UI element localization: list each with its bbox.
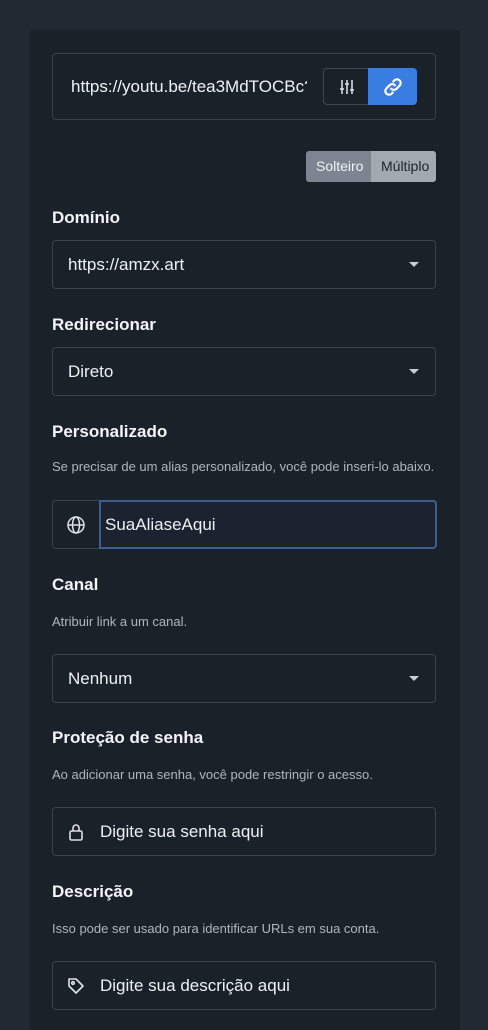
settings-button[interactable]	[323, 68, 369, 105]
password-field[interactable]: Digite sua senha aqui	[52, 807, 436, 856]
chevron-down-icon	[409, 369, 419, 374]
url-input-box: https://youtu.be/tea3MdTOCBc?si=	[52, 53, 436, 120]
globe-icon-addon	[53, 501, 99, 548]
password-help: Ao adicionar uma senha, você pode restri…	[52, 767, 373, 782]
form-panel: https://youtu.be/tea3MdTOCBc?si= Solteir…	[30, 30, 460, 1030]
chevron-down-icon	[409, 676, 419, 681]
chevron-down-icon	[409, 262, 419, 267]
domain-label: Domínio	[52, 208, 120, 227]
shorten-link-button[interactable]	[368, 68, 417, 105]
sliders-icon	[339, 79, 354, 94]
tag-icon-addon	[53, 962, 99, 1009]
channel-value: Nenhum	[68, 669, 133, 688]
domain-value: https://amzx.art	[68, 255, 185, 274]
description-field[interactable]: Digite sua descrição aqui	[52, 961, 436, 1010]
channel-select[interactable]: Nenhum	[52, 654, 436, 703]
description-help: Isso pode ser usado para identificar URL…	[52, 921, 380, 936]
description-label: Descrição	[52, 882, 134, 901]
password-label: Proteção de senha	[52, 728, 204, 747]
description-placeholder: Digite sua descrição aqui	[100, 976, 290, 995]
link-icon	[383, 77, 402, 96]
redirect-select[interactable]: Direto	[52, 347, 436, 396]
custom-alias-field: SuaAliaseAqui	[52, 500, 437, 549]
lock-icon	[69, 823, 83, 841]
custom-help: Se precisar de um alias personalizado, v…	[52, 459, 435, 474]
custom-alias-input[interactable]: SuaAliaseAqui	[99, 500, 437, 549]
url-input[interactable]: https://youtu.be/tea3MdTOCBc?si=	[71, 76, 307, 98]
multiple-mode-button[interactable]: Múltiplo	[371, 151, 436, 182]
single-mode-button[interactable]: Solteiro	[306, 151, 371, 182]
channel-help: Atribuir link a um canal.	[52, 614, 188, 629]
redirect-value: Direto	[68, 362, 114, 381]
channel-label: Canal	[52, 575, 99, 594]
globe-icon	[67, 515, 85, 534]
custom-label: Personalizado	[52, 422, 168, 441]
tag-icon	[68, 977, 84, 994]
domain-select[interactable]: https://amzx.art	[52, 240, 436, 289]
custom-alias-value: SuaAliaseAqui	[105, 515, 216, 534]
password-placeholder: Digite sua senha aqui	[100, 822, 264, 841]
lock-icon-addon	[53, 808, 99, 855]
redirect-label: Redirecionar	[52, 315, 156, 334]
mode-toggle: Solteiro Múltiplo	[306, 151, 436, 182]
